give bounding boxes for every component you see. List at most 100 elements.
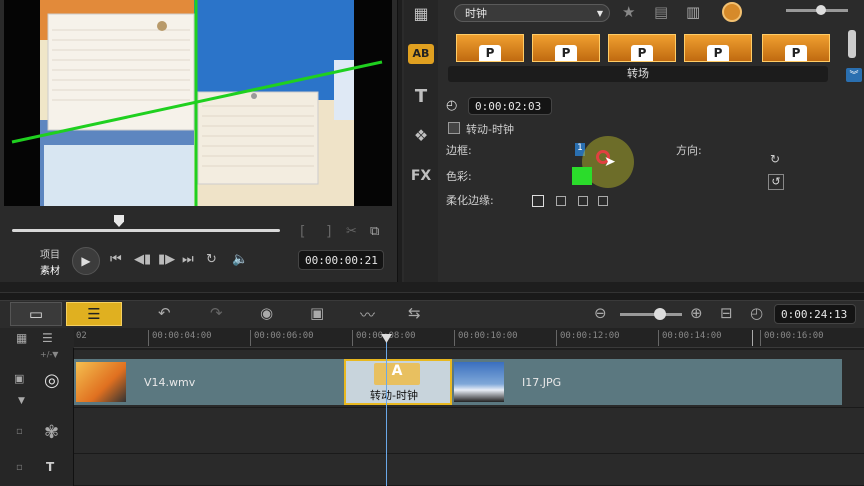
preview-frame [4, 0, 392, 206]
graphic-tab-icon[interactable]: ❖ [408, 126, 434, 145]
ruler-label: 00:00:04:00 [152, 331, 212, 341]
overlay-track-lock-icon[interactable]: ▫ [16, 426, 23, 437]
soft-edge-strong[interactable] [598, 196, 608, 206]
soft-edge-weak[interactable] [556, 196, 566, 206]
zoom-slider[interactable] [620, 313, 682, 316]
title-tab-icon[interactable]: T [408, 86, 434, 107]
ruler-label: 00:00:06:00 [254, 331, 314, 341]
batch-icon[interactable]: ▥ [686, 3, 700, 21]
storyboard-view-button[interactable]: ▭ [10, 302, 62, 326]
apply-icon[interactable]: ▤ [654, 3, 668, 21]
playhead-line[interactable] [386, 340, 387, 486]
duration-field[interactable]: 0:00:02:03 [468, 97, 552, 115]
record-icon[interactable]: ◉ [260, 304, 273, 322]
repeat-icon[interactable]: ↻ [206, 252, 217, 267]
border-value: 1 [577, 143, 583, 153]
ruler-start: 02 [76, 331, 87, 341]
rotate-ccw-icon[interactable]: ↺ [768, 174, 784, 190]
ruler-tick [250, 330, 251, 346]
transition-clip[interactable]: A 转动-时钟 [344, 359, 452, 405]
soft-edge-medium[interactable] [578, 196, 588, 206]
video-track-lock-icon[interactable]: ▣ [14, 372, 24, 385]
auto-music-icon[interactable]: ▣ [310, 304, 324, 322]
library-scrollbar[interactable] [848, 30, 856, 58]
color-swatch[interactable] [572, 167, 592, 185]
title-track[interactable] [74, 454, 864, 486]
options-title-bar[interactable]: 转场 [448, 66, 828, 82]
fit-project-icon[interactable]: ⊟ [720, 304, 733, 322]
mix-icon[interactable]: ⇆ [408, 304, 421, 322]
mark-in-button[interactable]: [ [300, 224, 305, 240]
preview-timecode[interactable]: 00:00:00:21 [298, 250, 384, 270]
zoom-knob[interactable] [654, 308, 666, 320]
duration-text: 0:00:02:03 [475, 99, 542, 113]
splitter[interactable] [0, 292, 864, 300]
ruler-label: 00:00:16:00 [764, 331, 824, 341]
undo-icon[interactable]: ↶ [158, 304, 171, 322]
ruler-tick [352, 330, 353, 346]
track-manager-icon[interactable]: ▦ [16, 331, 27, 345]
transition-thumbnail: A [374, 363, 420, 385]
transition-tab-icon[interactable]: AB [408, 44, 434, 64]
title-track-lock-icon[interactable]: ▫ [16, 462, 23, 473]
copy-icon[interactable]: ⧉ [370, 224, 379, 239]
next-frame-icon[interactable]: ▮▶ [158, 252, 175, 267]
add-track-icon[interactable]: +/-▼ [40, 350, 58, 359]
clip-mode-label[interactable]: 素材 [40, 262, 60, 277]
project-duration-text: 0:00:24:13 [781, 307, 848, 321]
transition-thumb-3[interactable]: P [608, 34, 676, 62]
ruler-tick [454, 330, 455, 346]
collapse-icon[interactable]: ︾ [846, 68, 862, 82]
project-duration[interactable]: 0:00:24:13 [774, 304, 856, 324]
chevron-down-icon: ▼ [596, 8, 603, 18]
border-label: 边框: [446, 144, 472, 157]
settings-gear-icon[interactable] [722, 2, 742, 22]
project-mode-label[interactable]: 项目 [40, 246, 60, 261]
play-button[interactable]: ▶ [72, 247, 100, 275]
rotate-cw-icon[interactable]: ↻ [770, 152, 780, 166]
timeline-toolbar [0, 300, 864, 328]
video-clip-1[interactable]: V14.wmv [74, 359, 346, 405]
soft-edge-label: 柔化边缘: [446, 194, 494, 207]
media-tab-icon[interactable]: ▦ [408, 4, 434, 23]
transition-type-icon [448, 122, 460, 134]
clock-icon: ◴ [446, 98, 458, 113]
transition-thumb-5[interactable]: P [762, 34, 830, 62]
track-expand-icon[interactable]: ▼ [18, 396, 25, 406]
list-icon[interactable]: ☰ [42, 331, 53, 345]
mark-out-button[interactable]: ] [326, 224, 331, 240]
end-icon[interactable]: ⏭ [182, 252, 194, 267]
transition-thumb-4[interactable]: P [684, 34, 752, 62]
dropdown-value: 时钟 [465, 7, 487, 20]
transition-name: 转动-时钟 [466, 123, 514, 136]
zoom-in-icon[interactable]: ⊕ [690, 304, 703, 322]
fx-tab-icon[interactable]: FX [408, 168, 434, 184]
ruler-tick [760, 330, 761, 346]
audio-wave-icon[interactable]: 〰 [360, 304, 375, 325]
zoom-out-icon[interactable]: ⊖ [594, 304, 607, 322]
soft-edge-none[interactable] [532, 195, 544, 207]
prev-frame-icon[interactable]: ◀▮ [134, 252, 151, 267]
thumb-size-knob[interactable] [816, 5, 826, 15]
timeline-view-button[interactable]: ☰ [66, 302, 122, 326]
transition-thumb-1[interactable]: P [456, 34, 524, 62]
scrubber-track[interactable] [12, 229, 280, 232]
color-label: 色彩: [446, 170, 472, 183]
overlay-track[interactable] [74, 408, 864, 454]
scissors-icon[interactable]: ✂ [346, 224, 357, 239]
direction-label: 方向: [676, 144, 702, 157]
overlay-track-icon: ✾ [44, 422, 60, 443]
home-icon[interactable]: ⏮ [110, 252, 122, 267]
preview-screen [4, 0, 392, 206]
volume-icon[interactable]: 🔈 [232, 252, 248, 267]
transition-category-dropdown[interactable]: 时钟 ▼ [454, 4, 610, 22]
ruler-tick [556, 330, 557, 346]
clip-2-thumbnail [454, 362, 504, 402]
video-clip-2[interactable]: I17.JPG [452, 359, 842, 405]
preview-timecode-text: 00:00:00:21 [305, 253, 378, 267]
redo-icon[interactable]: ↷ [210, 304, 223, 322]
track-headers [0, 348, 74, 486]
clip-2-name: I17.JPG [522, 376, 562, 389]
transition-thumb-2[interactable]: P [532, 34, 600, 62]
favorite-icon[interactable]: ★ [622, 3, 635, 21]
